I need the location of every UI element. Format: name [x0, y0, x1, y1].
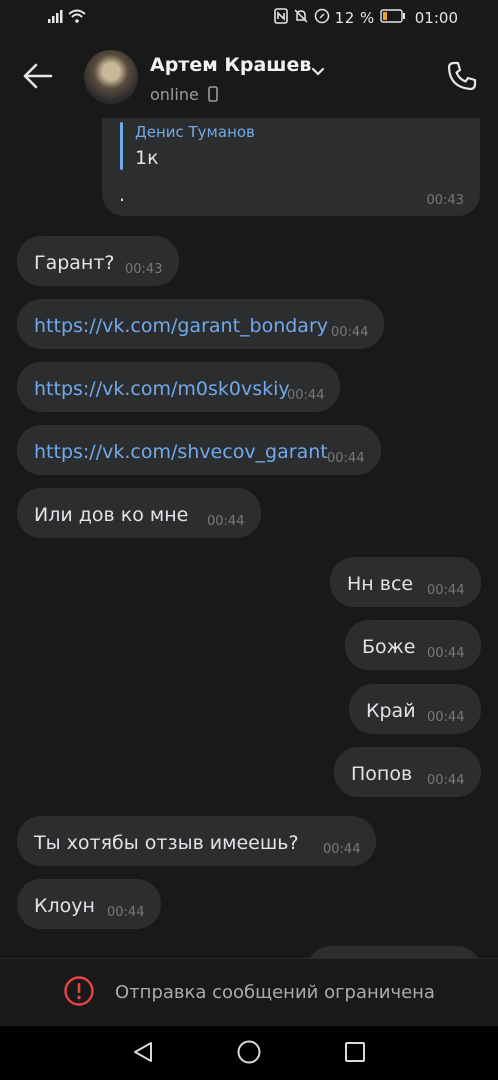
wifi-icon — [68, 9, 86, 27]
nav-recents-icon — [344, 1041, 366, 1067]
forwarded-message[interactable]: Денис Туманов 1к . 00:43 — [102, 114, 480, 216]
quote-author[interactable]: Денис Туманов — [135, 123, 255, 141]
chat-header: Артем Крашев online — [0, 36, 498, 118]
call-button[interactable] — [442, 58, 482, 98]
message-time: 00:44 — [427, 710, 465, 725]
nav-home-icon — [236, 1039, 262, 1069]
message-bubble[interactable]: Край 00:44 — [349, 684, 481, 734]
back-arrow-icon — [23, 63, 53, 93]
message-text: Ты хотябы отзыв имеешь? — [34, 832, 299, 854]
message-text: Попов — [351, 763, 413, 785]
message-bubble[interactable]: Клоун 00:44 — [17, 879, 161, 929]
chevron-down-icon[interactable] — [311, 62, 325, 81]
back-button[interactable] — [20, 60, 56, 96]
message-bubble[interactable]: Нн все 00:44 — [330, 557, 481, 607]
signal-icon — [48, 9, 64, 27]
online-status: online — [150, 85, 199, 104]
message-link[interactable]: https://vk.com/m0sk0vskiy — [34, 378, 290, 400]
message-bubble[interactable]: Попов 00:44 — [334, 747, 481, 797]
message-bubble[interactable]: Или дов ко мне 00:44 — [17, 488, 261, 538]
message-link[interactable]: https://vk.com/garant_bondary — [34, 315, 328, 337]
quote-text: 1к — [135, 147, 159, 169]
contact-name[interactable]: Артем Крашев — [150, 54, 311, 76]
message-bubble[interactable]: Боже 00:44 — [345, 620, 481, 670]
nav-recents-button[interactable] — [337, 1036, 373, 1072]
message-time: 00:44 — [427, 646, 465, 661]
message-time: 00:44 — [107, 905, 145, 920]
message-time: 00:44 — [287, 388, 325, 403]
message-bubble[interactable]: Гарант? 00:43 — [17, 236, 179, 286]
message-link[interactable]: https://vk.com/shvecov_garant — [34, 441, 328, 463]
message-time: 00:44 — [331, 325, 369, 340]
message-time: 00:44 — [207, 514, 245, 529]
message-text: Нн все — [347, 573, 414, 595]
message-text: . — [119, 184, 126, 206]
battery-icon — [380, 9, 406, 27]
restriction-text: Отправка сообщений ограничена — [115, 982, 435, 1003]
avatar[interactable] — [84, 50, 138, 104]
message-time: 00:44 — [427, 583, 465, 598]
clock: 01:00 — [414, 9, 458, 27]
message-time: 00:43 — [426, 193, 464, 208]
message-time: 00:44 — [327, 451, 365, 466]
phone-call-icon — [446, 60, 478, 96]
message-bubble[interactable]: https://vk.com/m0sk0vskiy 00:44 — [17, 362, 340, 412]
message-time: 00:44 — [323, 842, 361, 857]
message-text: Или дов ко мне — [34, 504, 189, 526]
message-time: 00:44 — [427, 773, 465, 788]
input-restricted-bar: Отправка сообщений ограничена — [0, 958, 498, 1026]
nfc-icon — [273, 8, 288, 28]
system-nav-bar — [0, 1026, 498, 1080]
nav-back-icon — [131, 1040, 155, 1068]
data-saver-icon — [314, 8, 330, 28]
message-bubble[interactable]: Ты хотябы отзыв имеешь? 00:44 — [17, 816, 376, 866]
message-bubble[interactable]: https://vk.com/shvecov_garant 00:44 — [17, 425, 381, 475]
message-text: Боже — [362, 636, 416, 658]
message-bubble[interactable]: https://vk.com/garant_bondary 00:44 — [17, 299, 384, 349]
message-text: Гарант? — [34, 252, 115, 274]
message-time: 00:43 — [125, 262, 163, 277]
mobile-icon — [208, 86, 218, 106]
nav-back-button[interactable] — [125, 1036, 161, 1072]
status-bar: 12 % 01:00 — [0, 0, 498, 36]
nav-home-button[interactable] — [231, 1036, 267, 1072]
mute-icon — [293, 8, 309, 28]
message-text: Клоун — [34, 895, 95, 917]
quote-bar — [120, 122, 123, 170]
alert-circle-icon — [63, 975, 95, 1011]
message-text: Край — [366, 700, 416, 722]
battery-percent: 12 % — [334, 9, 375, 27]
